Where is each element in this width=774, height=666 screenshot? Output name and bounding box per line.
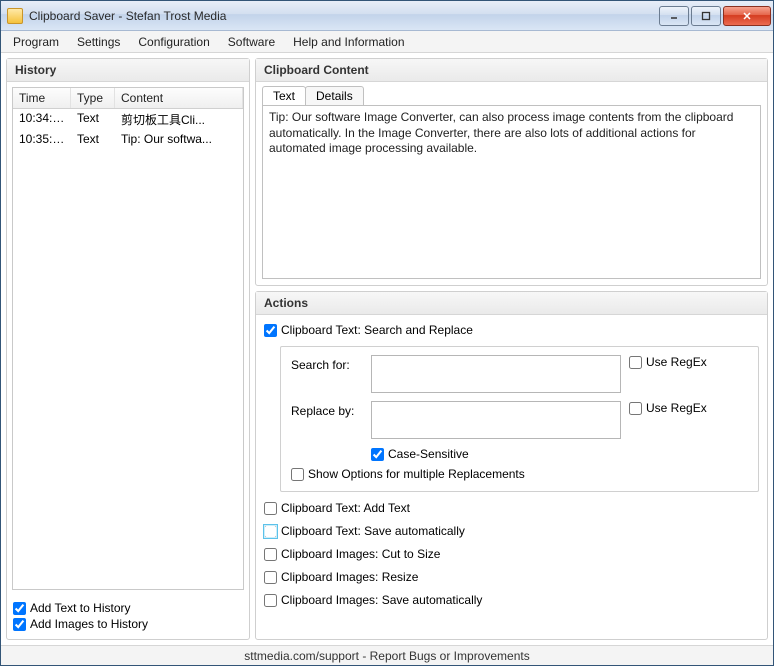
case-sensitive-label: Case-Sensitive [388,447,469,461]
search-use-regex-label: Use RegEx [646,355,707,369]
minimize-button[interactable] [659,6,689,26]
history-cell-content: 剪切板工具Cli... [115,110,243,129]
history-col-time[interactable]: Time [13,88,71,108]
add-images-to-history[interactable]: Add Images to History [13,617,243,631]
menu-settings[interactable]: Settings [69,33,128,51]
action-add-text-checkbox[interactable] [264,502,277,515]
menu-bar: Program Settings Configuration Software … [1,31,773,53]
action-img-cut[interactable]: Clipboard Images: Cut to Size [264,547,759,561]
add-images-to-history-checkbox[interactable] [13,618,26,631]
search-replace-box: Search for: Use RegEx Replace by: [280,346,759,492]
title-bar: Clipboard Saver - Stefan Trost Media [1,1,773,31]
action-img-resize-checkbox[interactable] [264,571,277,584]
action-save-auto[interactable]: Clipboard Text: Save automatically [264,524,759,538]
clipboard-text-area[interactable] [262,105,761,279]
action-search-replace[interactable]: Clipboard Text: Search and Replace [264,323,759,337]
replace-use-regex-label: Use RegEx [646,401,707,415]
replace-by-label: Replace by: [291,401,363,418]
app-icon [7,8,23,24]
history-col-content[interactable]: Content [115,88,243,108]
menu-configuration[interactable]: Configuration [130,33,217,51]
add-text-to-history-checkbox[interactable] [13,602,26,615]
history-table: Time Type Content 10:34:12 Text 剪切板工具Cli… [12,87,244,590]
search-use-regex[interactable]: Use RegEx [629,355,707,369]
status-bar: sttmedia.com/support - Report Bugs or Im… [1,645,773,665]
window-title: Clipboard Saver - Stefan Trost Media [29,9,659,23]
close-button[interactable] [723,6,771,26]
action-add-text-label: Clipboard Text: Add Text [281,501,410,515]
action-search-replace-checkbox[interactable] [264,324,277,337]
show-multiple-options-label: Show Options for multiple Replacements [308,467,525,481]
history-row[interactable]: 10:34:12 Text 剪切板工具Cli... [13,109,243,130]
history-header-row: Time Type Content [13,88,243,109]
history-cell-time: 10:35:24 [13,131,71,147]
search-for-label: Search for: [291,355,363,372]
menu-program[interactable]: Program [5,33,67,51]
action-img-save[interactable]: Clipboard Images: Save automatically [264,593,759,607]
action-img-save-label: Clipboard Images: Save automatically [281,593,482,607]
add-text-to-history[interactable]: Add Text to History [13,601,243,615]
history-cell-time: 10:34:12 [13,110,71,129]
history-title: History [7,59,249,82]
action-add-text[interactable]: Clipboard Text: Add Text [264,501,759,515]
replace-use-regex-checkbox[interactable] [629,402,642,415]
search-use-regex-checkbox[interactable] [629,356,642,369]
actions-panel: Actions Clipboard Text: Search and Repla… [255,291,768,640]
replace-use-regex[interactable]: Use RegEx [629,401,707,415]
action-save-auto-checkbox[interactable] [264,525,277,538]
history-col-type[interactable]: Type [71,88,115,108]
history-row[interactable]: 10:35:24 Text Tip: Our softwa... [13,130,243,148]
add-images-to-history-label: Add Images to History [30,617,148,631]
action-img-resize[interactable]: Clipboard Images: Resize [264,570,759,584]
replace-by-input[interactable] [371,401,621,439]
show-multiple-options-checkbox[interactable] [291,468,304,481]
action-img-cut-checkbox[interactable] [264,548,277,561]
status-text: sttmedia.com/support - Report Bugs or Im… [244,649,529,663]
action-search-replace-label: Clipboard Text: Search and Replace [281,323,473,337]
search-for-input[interactable] [371,355,621,393]
action-img-resize-label: Clipboard Images: Resize [281,570,418,584]
actions-title: Actions [256,292,767,315]
case-sensitive-checkbox[interactable] [371,448,384,461]
clipboard-content-panel: Clipboard Content Text Details [255,58,768,286]
tab-details[interactable]: Details [305,86,364,105]
history-cell-type: Text [71,131,115,147]
action-img-cut-label: Clipboard Images: Cut to Size [281,547,440,561]
history-panel: History Time Type Content 10:34:12 Text … [6,58,250,640]
tab-text[interactable]: Text [262,86,306,105]
menu-help[interactable]: Help and Information [285,33,412,51]
maximize-button[interactable] [691,6,721,26]
history-cell-type: Text [71,110,115,129]
action-img-save-checkbox[interactable] [264,594,277,607]
menu-software[interactable]: Software [220,33,283,51]
case-sensitive[interactable]: Case-Sensitive [371,447,469,461]
action-save-auto-label: Clipboard Text: Save automatically [281,524,465,538]
history-cell-content: Tip: Our softwa... [115,131,243,147]
add-text-to-history-label: Add Text to History [30,601,131,615]
show-multiple-options[interactable]: Show Options for multiple Replacements [291,467,748,481]
clipboard-content-title: Clipboard Content [256,59,767,82]
